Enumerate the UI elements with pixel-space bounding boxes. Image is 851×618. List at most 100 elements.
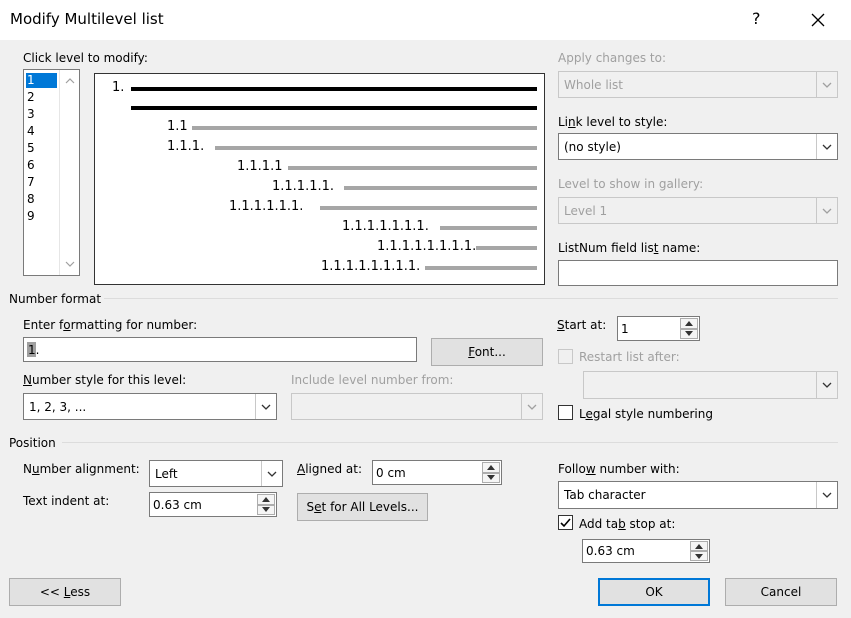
listnum-label: ListNum field list name:: [558, 241, 701, 255]
group-divider: [104, 298, 838, 299]
cancel-button-label: Cancel: [760, 585, 802, 599]
apply-changes-dropdown[interactable]: Whole list: [558, 71, 838, 98]
spin-down-icon[interactable]: [257, 504, 275, 515]
less-button-label: << Less: [39, 585, 91, 599]
text-indent-label: Text indent at:: [23, 494, 110, 508]
include-level-dropdown[interactable]: [291, 393, 543, 420]
number-style-label: Number style for this level:: [23, 373, 187, 387]
enter-format-label: Enter formatting for number:: [23, 318, 198, 332]
preview-line: [192, 126, 537, 130]
preview-line: [288, 166, 537, 170]
chevron-down-icon: [255, 394, 276, 419]
gallery-level-value: Level 1: [564, 203, 608, 218]
aligned-at-spinner[interactable]: 0 cm: [372, 460, 502, 485]
title-bar: Modify Multilevel list ?: [0, 0, 851, 40]
level-item-8[interactable]: 8: [27, 192, 35, 206]
close-button[interactable]: [804, 6, 832, 34]
chevron-down-icon: [261, 461, 282, 486]
preview-number-level-2: 1.1: [167, 119, 188, 134]
preview-number-level-1: 1.: [112, 80, 125, 95]
level-item-9[interactable]: 9: [27, 209, 35, 223]
level-scrollbar[interactable]: [59, 70, 79, 275]
ok-button-label: OK: [645, 585, 663, 599]
tab-stop-spinner[interactable]: 0.63 cm: [582, 539, 710, 563]
level-item-3[interactable]: 3: [27, 107, 35, 121]
close-icon: [811, 13, 825, 27]
set-all-levels-button[interactable]: Set for All Levels...: [297, 493, 428, 521]
preview-number-level-8: 1.1.1.1.1.1.1.1.: [377, 239, 477, 254]
spin-down-icon[interactable]: [482, 472, 500, 483]
listnum-input[interactable]: [558, 260, 838, 286]
restart-list-checkbox[interactable]: [558, 349, 573, 364]
preview-number-level-9: 1.1.1.1.1.1.1.1.: [321, 259, 421, 274]
scroll-up-icon[interactable]: [65, 78, 75, 84]
scroll-down-icon[interactable]: [65, 261, 75, 267]
level-item-1[interactable]: 1: [27, 73, 35, 87]
spin-down-icon[interactable]: [690, 551, 708, 561]
aligned-at-label: Aligned at:: [297, 462, 363, 476]
checkmark-icon: [560, 518, 571, 528]
level-item-7[interactable]: 7: [27, 175, 35, 189]
gallery-level-dropdown[interactable]: Level 1: [558, 197, 838, 224]
level-item-5[interactable]: 5: [27, 141, 35, 155]
preview-number-level-4: 1.1.1.1: [237, 159, 283, 174]
chevron-down-icon: [816, 198, 837, 223]
ok-button[interactable]: OK: [598, 578, 710, 606]
preview-line: [320, 206, 537, 210]
level-item-2[interactable]: 2: [27, 90, 35, 104]
link-level-dropdown[interactable]: (no style): [558, 133, 838, 160]
position-header: Position: [9, 436, 56, 450]
number-style-dropdown[interactable]: 1, 2, 3, ...: [23, 393, 277, 420]
text-indent-spinner[interactable]: 0.63 cm: [149, 492, 277, 517]
set-all-levels-label: Set for All Levels...: [306, 500, 419, 514]
add-tab-stop-checkbox[interactable]: [558, 515, 573, 530]
spin-down-icon[interactable]: [680, 328, 698, 339]
chevron-down-icon: [816, 134, 837, 159]
apply-changes-label: Apply changes to:: [558, 51, 667, 65]
restart-list-dropdown[interactable]: [583, 371, 838, 399]
preview-line: [215, 146, 537, 150]
less-button[interactable]: << Less: [9, 578, 121, 606]
help-button[interactable]: ?: [752, 9, 761, 28]
preview-line: [131, 87, 537, 91]
font-button-label: Font...: [468, 345, 506, 359]
follow-number-value: Tab character: [564, 488, 646, 502]
preview-number-level-5: 1.1.1.1.1.: [272, 179, 335, 194]
gallery-label: Level to show in gallery:: [558, 177, 704, 191]
tab-stop-value: 0.63 cm: [586, 544, 635, 558]
font-button[interactable]: Font...: [431, 338, 543, 366]
preview-line: [425, 266, 537, 270]
level-item-4[interactable]: 4: [27, 124, 35, 138]
link-level-label: Link level to style:: [558, 115, 668, 129]
number-style-value: 1, 2, 3, ...: [29, 399, 87, 414]
chevron-down-icon: [521, 394, 542, 419]
spin-up-icon[interactable]: [257, 494, 275, 505]
format-input[interactable]: 1.: [23, 337, 417, 362]
number-format-header: Number format: [9, 292, 102, 306]
spin-up-icon[interactable]: [482, 462, 500, 473]
start-at-value: 1: [621, 321, 629, 336]
list-preview: 1. 1.1 1.1.1. 1.1.1.1 1.1.1.1.1. 1.1.1.1…: [94, 73, 545, 285]
preview-number-level-3: 1.1.1.: [167, 139, 205, 154]
follow-number-label: Follow number with:: [558, 462, 680, 476]
spin-up-icon[interactable]: [690, 541, 708, 551]
restart-list-label: Restart list after:: [579, 350, 680, 364]
group-divider: [62, 442, 838, 443]
chevron-down-icon: [816, 72, 837, 97]
level-item-6[interactable]: 6: [27, 158, 35, 172]
legal-style-checkbox[interactable]: [558, 405, 573, 420]
start-at-spinner[interactable]: 1: [617, 316, 700, 341]
number-alignment-dropdown[interactable]: Left: [149, 460, 283, 487]
text-indent-value: 0.63 cm: [153, 497, 202, 512]
spin-up-icon[interactable]: [680, 318, 698, 329]
number-alignment-label: Number alignment:: [23, 462, 140, 476]
link-level-value: (no style): [564, 139, 621, 154]
follow-number-dropdown[interactable]: Tab character: [558, 481, 838, 509]
start-at-label: Start at:: [557, 318, 607, 332]
preview-line: [476, 246, 537, 250]
levels-label: Click level to modify:: [23, 51, 148, 65]
cancel-button[interactable]: Cancel: [725, 578, 837, 606]
include-level-label: Include level number from:: [291, 373, 454, 387]
level-listbox[interactable]: 1 2 3 4 5 6 7 8 9: [23, 69, 80, 276]
dialog-title: Modify Multilevel list: [10, 10, 164, 28]
